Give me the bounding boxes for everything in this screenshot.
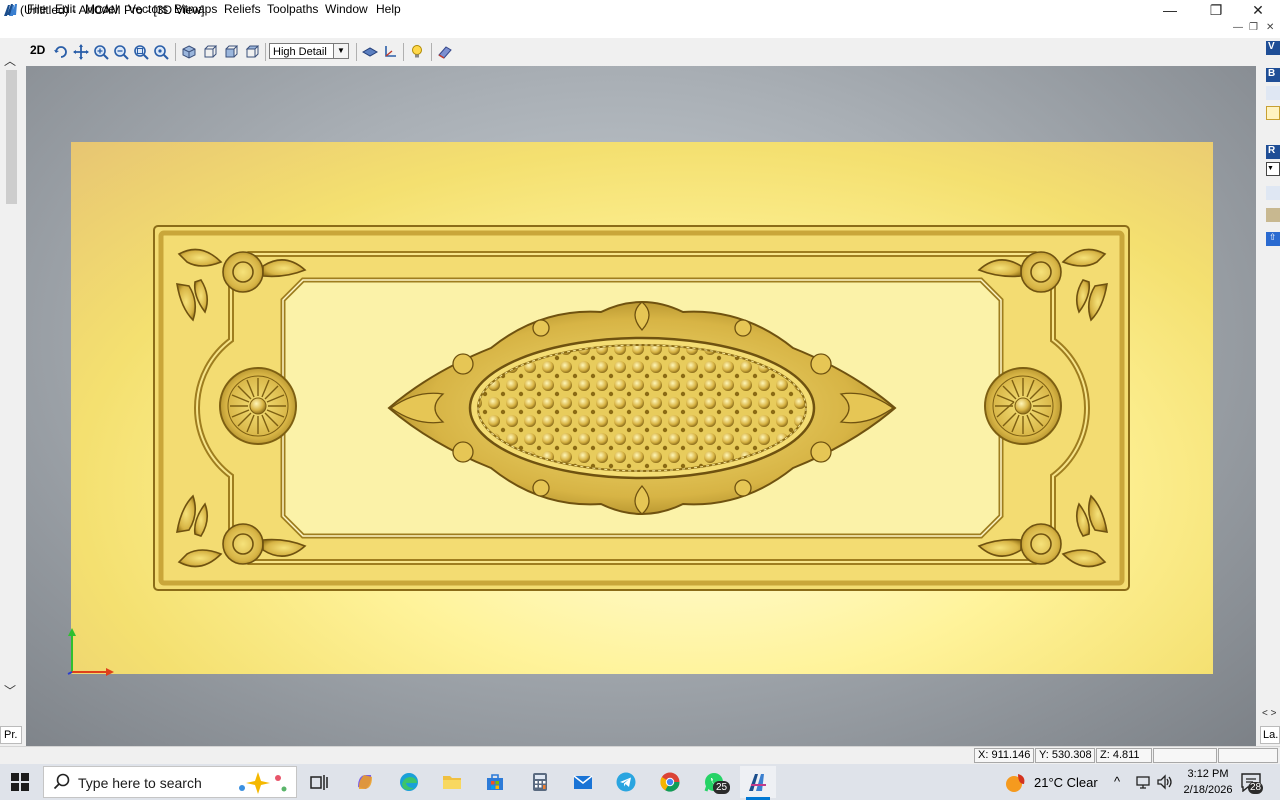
mdi-restore-button[interactable]: ❐ xyxy=(1249,22,1258,33)
top-view-icon[interactable] xyxy=(242,43,260,61)
render-detail-value: High Detail xyxy=(273,46,327,58)
clock-time[interactable]: 3:12 PM xyxy=(1186,768,1230,780)
mail-icon[interactable] xyxy=(570,769,596,795)
search-highlight-sparkle-icon xyxy=(239,772,287,794)
mdi-minimize-button[interactable]: — xyxy=(1233,22,1243,33)
arrow-up-icon[interactable]: ⇧ xyxy=(1266,232,1280,246)
y-coordinate: Y: 530.308 xyxy=(1035,748,1095,763)
close-button[interactable]: ✕ xyxy=(1236,0,1280,20)
vector-panel-tab[interactable]: V xyxy=(1266,41,1280,55)
relief-thumbnail-icon[interactable] xyxy=(1266,208,1280,222)
relief-layer-icon[interactable] xyxy=(1266,186,1280,200)
windows-start-icon[interactable] xyxy=(10,772,30,792)
chevron-up-icon[interactable]: ^ xyxy=(1114,774,1120,789)
status-cell-empty xyxy=(1153,748,1217,763)
artcam-icon[interactable] xyxy=(745,769,771,795)
menu-vectors[interactable]: Vectors xyxy=(128,2,168,16)
menu-bitmaps[interactable]: Bitmaps xyxy=(174,2,217,16)
panel-expand-icon[interactable]: < > xyxy=(1262,708,1276,719)
copilot-icon[interactable] xyxy=(352,769,378,795)
mdi-close-button[interactable]: ✕ xyxy=(1266,22,1274,33)
toolbar-separator xyxy=(431,43,432,61)
scrollbar-thumb[interactable] xyxy=(6,70,17,204)
weather-text[interactable]: 21°C Clear xyxy=(1034,775,1098,790)
zoom-fit-icon[interactable] xyxy=(132,43,150,61)
light-bulb-icon[interactable] xyxy=(408,43,426,61)
color-icon[interactable] xyxy=(1266,106,1280,120)
weather-icon[interactable] xyxy=(1004,770,1028,794)
document-icon[interactable] xyxy=(6,2,20,16)
status-cell-empty xyxy=(1218,748,1278,763)
search-placeholder[interactable]: Type here to search xyxy=(78,775,202,791)
clock-date[interactable]: 2/18/2026 xyxy=(1180,784,1236,796)
volume-icon[interactable] xyxy=(1156,774,1174,790)
zoom-in-icon[interactable] xyxy=(92,43,110,61)
file-explorer-icon[interactable] xyxy=(439,769,465,795)
menu-help[interactable]: Help xyxy=(376,2,401,16)
layer-icon[interactable] xyxy=(1266,86,1280,100)
menu-bar xyxy=(0,20,1280,38)
scroll-down-icon[interactable]: ﹀ xyxy=(4,682,16,699)
calculator-icon[interactable] xyxy=(527,769,553,795)
search-icon xyxy=(53,773,70,790)
relief-panel-tab[interactable]: R xyxy=(1266,145,1280,159)
minimize-button[interactable]: — xyxy=(1148,0,1192,20)
toolbar-separator xyxy=(265,43,266,61)
pan-icon[interactable] xyxy=(72,43,90,61)
microsoft-store-icon[interactable] xyxy=(482,769,508,795)
z-coordinate: Z: 4.811 xyxy=(1096,748,1152,763)
maximize-button[interactable]: ❐ xyxy=(1194,0,1238,20)
axes-icon[interactable] xyxy=(381,43,399,61)
carved-panel-relief xyxy=(153,225,1130,591)
task-view-icon[interactable] xyxy=(306,769,332,795)
notifications-count-badge: 28 xyxy=(1248,782,1264,794)
telegram-icon[interactable] xyxy=(613,769,639,795)
menu-edit[interactable]: Edit xyxy=(55,2,76,16)
front-view-icon[interactable] xyxy=(200,43,218,61)
zoom-previous-icon[interactable] xyxy=(152,43,170,61)
material-icon[interactable] xyxy=(436,43,454,61)
bitmap-panel-tab[interactable]: B xyxy=(1266,68,1280,82)
draw-plane-icon[interactable] xyxy=(361,43,379,61)
toolbar-separator xyxy=(356,43,357,61)
right-rosette xyxy=(984,367,1062,445)
project-tab[interactable]: Pr. xyxy=(0,726,22,744)
menu-window[interactable]: Window xyxy=(325,2,368,16)
side-view-icon[interactable] xyxy=(221,43,239,61)
menu-file[interactable]: File xyxy=(27,2,46,16)
axis-triad-icon xyxy=(67,628,114,676)
toolbar-separator xyxy=(403,43,404,61)
menu-reliefs[interactable]: Reliefs xyxy=(224,2,261,16)
menu-model[interactable]: Model xyxy=(85,2,118,16)
network-icon[interactable] xyxy=(1136,774,1152,790)
chrome-icon[interactable] xyxy=(657,769,683,795)
rotate-icon[interactable] xyxy=(52,43,70,61)
edge-browser-icon[interactable] xyxy=(396,769,422,795)
2d-view-button[interactable]: 2D xyxy=(30,43,45,57)
whatsapp-unread-badge: 25 xyxy=(713,781,731,794)
x-coordinate: X: 911.146 xyxy=(974,748,1034,763)
toolbar-separator xyxy=(175,43,176,61)
left-rosette xyxy=(219,367,297,445)
render-detail-select[interactable]: High Detail ▼ xyxy=(269,43,349,59)
zoom-out-icon[interactable] xyxy=(112,43,130,61)
layers-tab[interactable]: La. xyxy=(1260,726,1280,744)
chevron-down-icon[interactable]: ▼ xyxy=(333,44,348,58)
relief-select-dropdown[interactable]: ▼ xyxy=(1266,162,1280,176)
menu-toolpaths[interactable]: Toolpaths xyxy=(267,2,318,16)
iso-view-icon[interactable] xyxy=(180,43,198,61)
scroll-up-icon[interactable]: ︿ xyxy=(4,52,16,69)
